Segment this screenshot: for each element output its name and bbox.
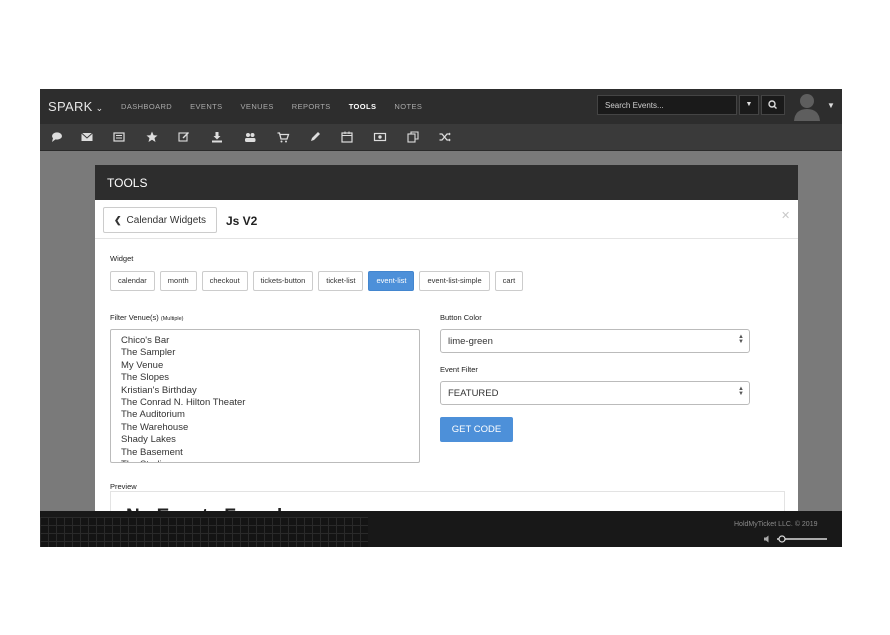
widget-chip-event-list-simple[interactable]: event-list-simple (419, 271, 490, 291)
chevron-left-icon: ❮ (114, 215, 122, 225)
footer-pattern (40, 517, 368, 547)
brand-label: SPARK (48, 99, 93, 114)
users-icon[interactable] (243, 130, 257, 144)
venue-option[interactable]: The Auditorium (121, 409, 409, 421)
filter-venue-hint: (Multiple) (160, 316, 184, 322)
panel-title: TOOLS (107, 176, 148, 190)
copy-icon[interactable] (406, 130, 420, 144)
divider (95, 238, 798, 239)
event-filter-select[interactable]: FEATURED ▲ ▼ (440, 381, 750, 405)
widget-chip-month[interactable]: month (159, 271, 197, 291)
cart-icon[interactable] (276, 130, 290, 144)
calendar-icon[interactable] (340, 130, 354, 144)
volume-slider[interactable] (762, 534, 832, 544)
venue-option[interactable]: Kristian's Birthday (121, 385, 409, 397)
chevron-down-icon: ⌄ (95, 103, 104, 113)
venue-option[interactable]: The Stadium (121, 459, 409, 462)
venue-option[interactable]: My Venue (121, 360, 409, 372)
main-nav: DASHBOARD EVENTS VENUES REPORTS TOOLS NO… (121, 102, 440, 111)
mail-icon[interactable] (80, 130, 94, 144)
venue-option[interactable]: The Conrad N. Hilton Theater (121, 397, 409, 409)
widget-chip-ticket-list[interactable]: ticket-list (318, 271, 364, 291)
tools-panel: TOOLS ❮ Calendar Widgets Js V2 ✕ Widget c… (95, 165, 798, 547)
venue-option[interactable]: The Warehouse (121, 422, 409, 434)
button-color-select[interactable]: lime-green ▲ ▼ (440, 329, 750, 353)
app-window: SPARK ⌄ DASHBOARD EVENTS VENUES REPORTS T… (40, 89, 842, 547)
widget-chip-calendar[interactable]: calendar (110, 271, 155, 291)
event-filter-value: FEATURED (448, 388, 499, 399)
footer-bar: HoldMyTicket LLC. © 2019 (40, 511, 842, 547)
panel-header: TOOLS (95, 165, 798, 200)
widget-chip-event-list[interactable]: event-list (368, 271, 415, 291)
venue-option[interactable]: The Sampler (121, 347, 409, 359)
copyright-text: HoldMyTicket LLC. © 2019 (734, 521, 818, 528)
widget-chip-checkout[interactable]: checkout (201, 271, 248, 291)
venue-option[interactable]: The Slopes (121, 372, 409, 384)
nav-tools[interactable]: TOOLS (349, 102, 377, 111)
nav-dashboard[interactable]: DASHBOARD (121, 102, 172, 111)
money-icon[interactable] (373, 130, 387, 144)
chevron-down-icon[interactable]: ▼ (827, 101, 835, 110)
button-color-value: lime-green (448, 336, 493, 347)
speaker-icon (764, 535, 769, 543)
back-button[interactable]: ❮ Calendar Widgets (103, 207, 218, 233)
preview-label: Preview (110, 482, 137, 491)
nav-events[interactable]: EVENTS (190, 102, 222, 111)
search-icon (768, 100, 777, 109)
volume-handle[interactable] (778, 535, 786, 543)
shuffle-icon[interactable] (438, 130, 452, 144)
get-code-button[interactable]: GET CODE (440, 417, 513, 442)
edit-icon[interactable] (177, 130, 191, 144)
event-filter-label: Event Filter (440, 365, 478, 374)
chat-icon[interactable] (50, 130, 64, 144)
venue-option[interactable]: Shady Lakes (121, 434, 409, 446)
search-dropdown-button[interactable]: ▼ (739, 95, 759, 115)
list-icon[interactable] (112, 130, 126, 144)
brand-menu[interactable]: SPARK ⌄ (48, 99, 103, 114)
select-arrows-icon: ▲ ▼ (738, 334, 744, 345)
nav-reports[interactable]: REPORTS (292, 102, 331, 111)
venue-option[interactable]: The Basement (121, 447, 409, 459)
venue-multiselect[interactable]: Chico's Bar The Sampler My Venue The Slopes… (110, 329, 420, 463)
top-navbar: SPARK ⌄ DASHBOARD EVENTS VENUES REPORTS T… (40, 89, 842, 124)
star-icon[interactable] (145, 130, 159, 144)
quick-icon-bar (40, 124, 842, 151)
widget-chip-tickets-button[interactable]: tickets-button (252, 271, 314, 291)
venue-option[interactable]: Chico's Bar (121, 335, 409, 347)
search-input[interactable]: Search Events... (597, 95, 737, 115)
close-icon[interactable]: ✕ (781, 209, 790, 222)
widget-version-title: Js V2 (226, 214, 258, 228)
download-icon[interactable] (210, 130, 224, 144)
filter-venue-label-text: Filter Venue(s) (110, 313, 159, 322)
nav-notes[interactable]: NOTES (394, 102, 422, 111)
widget-chip-cart[interactable]: cart (494, 271, 524, 291)
avatar[interactable] (792, 91, 822, 121)
widget-label: Widget (110, 254, 134, 263)
select-arrows-icon: ▲ ▼ (738, 386, 744, 397)
pencil-icon[interactable] (308, 130, 322, 144)
button-color-label: Button Color (440, 313, 482, 322)
back-button-label: Calendar Widgets (126, 215, 207, 226)
widget-type-group: calendar month checkout tickets-button ticke… (110, 271, 528, 291)
filter-venue-label: Filter Venue(s) (Multiple) (110, 313, 184, 322)
nav-venues[interactable]: VENUES (241, 102, 274, 111)
search-button[interactable] (761, 95, 785, 115)
